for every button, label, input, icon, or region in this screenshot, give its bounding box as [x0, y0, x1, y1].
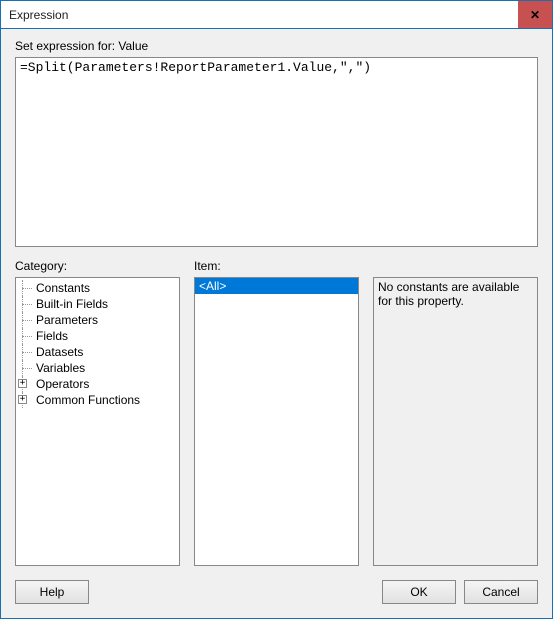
description-column: No constants are available for this prop… [373, 259, 538, 566]
tree-item-parameters[interactable]: Parameters [16, 312, 179, 328]
tree-connector-icon [16, 296, 34, 312]
window-title: Expression [1, 8, 68, 22]
tree-label: Constants [34, 281, 92, 295]
item-label: Item: [194, 259, 359, 273]
tree-label: Common Functions [34, 393, 142, 407]
tree-item-variables[interactable]: Variables [16, 360, 179, 376]
category-tree-panel: Constants Built-in Fields Parameters [15, 277, 180, 566]
item-all[interactable]: <All> [195, 278, 358, 294]
item-list-panel: <All> [194, 277, 359, 566]
middle-row: Category: Constants Built-in Fields [15, 259, 538, 566]
tree-expander-icon[interactable]: + [16, 392, 34, 408]
description-panel: No constants are available for this prop… [373, 277, 538, 566]
tree-label: Fields [34, 329, 70, 343]
tree-label: Operators [34, 377, 91, 391]
description-text: No constants are available for this prop… [378, 280, 519, 308]
tree-item-common-functions[interactable]: + Common Functions [16, 392, 179, 408]
tree-label: Datasets [34, 345, 85, 359]
ok-button[interactable]: OK [382, 580, 456, 604]
titlebar: Expression ✕ [1, 1, 552, 29]
tree-label: Built-in Fields [34, 297, 110, 311]
close-icon: ✕ [530, 8, 540, 22]
tree-item-fields[interactable]: Fields [16, 328, 179, 344]
tree-label: Parameters [34, 313, 100, 327]
tree-connector-icon [16, 312, 34, 328]
tree-connector-icon [16, 328, 34, 344]
tree-connector-icon [16, 344, 34, 360]
help-button[interactable]: Help [15, 580, 89, 604]
tree-connector-icon [16, 280, 34, 296]
category-tree: Constants Built-in Fields Parameters [16, 278, 179, 410]
tree-item-datasets[interactable]: Datasets [16, 344, 179, 360]
tree-item-constants[interactable]: Constants [16, 280, 179, 296]
tree-item-operators[interactable]: + Operators [16, 376, 179, 392]
item-column: Item: <All> [194, 259, 359, 566]
description-label-spacer [373, 259, 538, 273]
set-expression-label: Set expression for: Value [15, 39, 538, 53]
dialog-content: Set expression for: Value Category: Cons… [1, 29, 552, 618]
tree-item-builtin-fields[interactable]: Built-in Fields [16, 296, 179, 312]
button-row: Help OK Cancel [15, 580, 538, 604]
close-button[interactable]: ✕ [518, 1, 552, 28]
tree-connector-icon [16, 360, 34, 376]
category-column: Category: Constants Built-in Fields [15, 259, 180, 566]
tree-expander-icon[interactable]: + [16, 376, 34, 392]
expression-dialog: Expression ✕ Set expression for: Value C… [0, 0, 553, 619]
expression-textarea[interactable] [15, 57, 538, 247]
category-label: Category: [15, 259, 180, 273]
item-list: <All> [195, 278, 358, 294]
tree-label: Variables [34, 361, 87, 375]
cancel-button[interactable]: Cancel [464, 580, 538, 604]
